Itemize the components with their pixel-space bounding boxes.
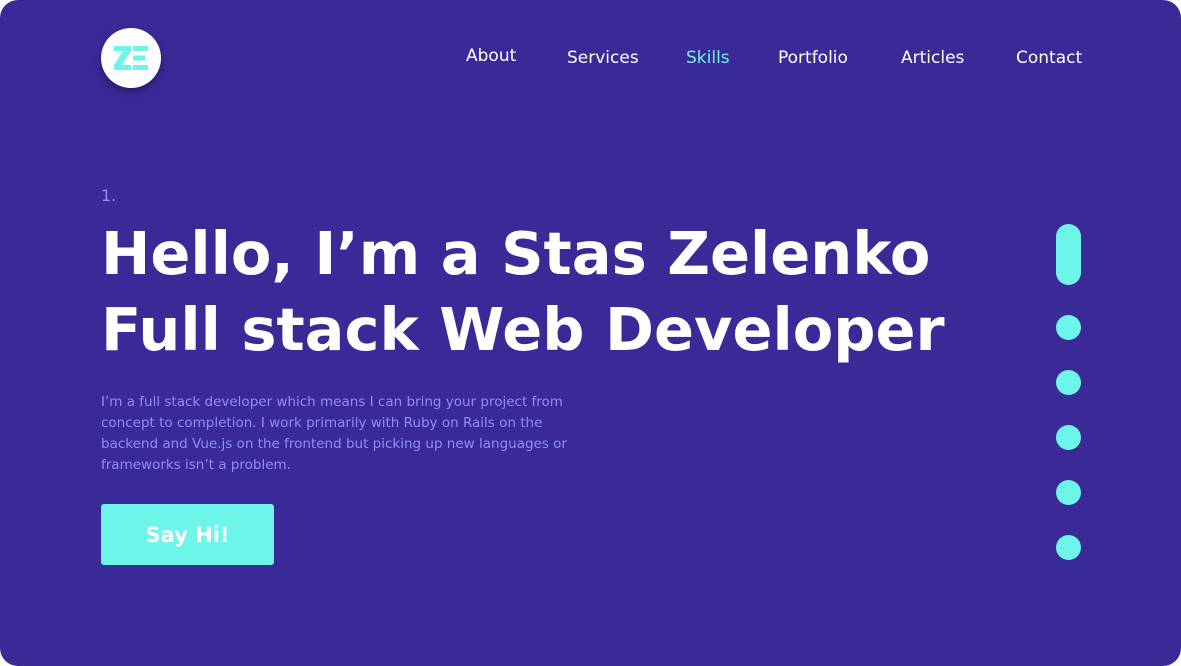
pager-dot-2[interactable] — [1056, 315, 1081, 340]
section-number: 1. — [101, 186, 117, 205]
say-hi-button[interactable]: Say Hi! — [101, 504, 274, 565]
pager-dot-5[interactable] — [1056, 480, 1081, 505]
hero-title-line-1: Hello, I’m a Stas Zelenko — [101, 219, 931, 288]
nav-articles[interactable]: Articles — [901, 48, 964, 68]
pager-dot-4[interactable] — [1056, 425, 1081, 450]
nav-services[interactable]: Services — [567, 48, 639, 68]
nav-about[interactable]: About — [466, 46, 516, 66]
hero-title-line-2: Full stack Web Developer — [101, 295, 945, 364]
hero-title: Hello, I’m a Stas Zelenko Full stack Web… — [101, 216, 945, 368]
nav-portfolio[interactable]: Portfolio — [778, 48, 848, 68]
pager-dot-1[interactable] — [1056, 224, 1081, 285]
pager-dot-6[interactable] — [1056, 535, 1081, 560]
landing-page: About Services Skills Portfolio Articles… — [0, 0, 1181, 666]
pager-dot-3[interactable] — [1056, 370, 1081, 395]
hero-description: I’m a full stack developer which means I… — [101, 394, 567, 473]
nav-contact[interactable]: Contact — [1016, 48, 1082, 68]
ze-monogram-logo-icon — [114, 46, 148, 70]
nav-skills[interactable]: Skills — [686, 48, 730, 68]
logo[interactable] — [101, 28, 161, 88]
